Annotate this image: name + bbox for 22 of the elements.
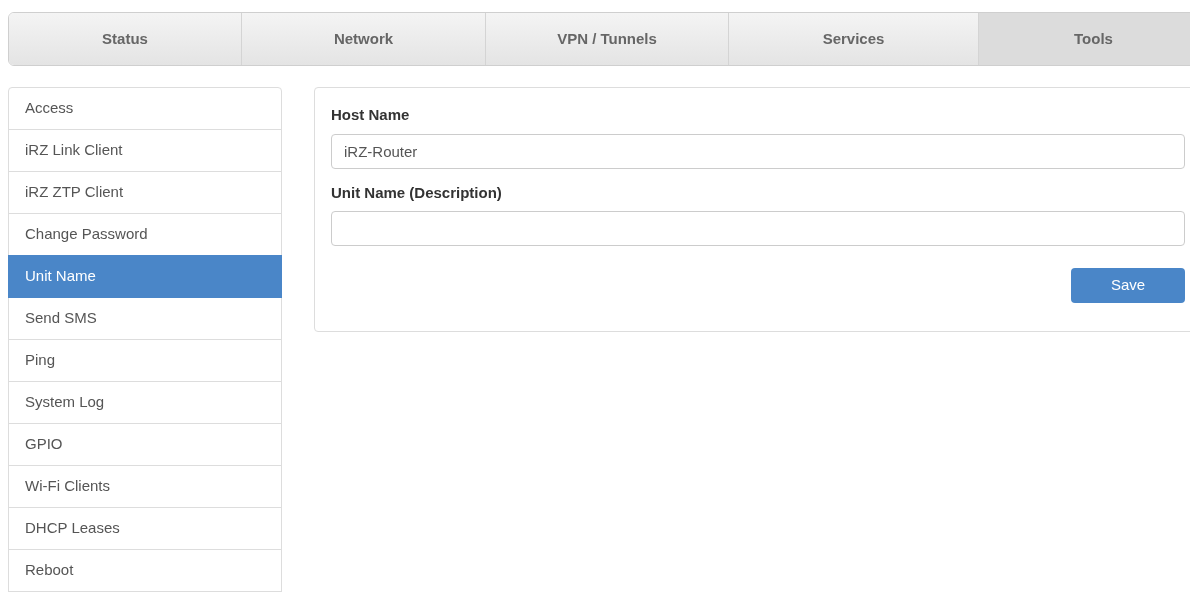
field-label: Host Name — [331, 105, 411, 125]
sidebar-item[interactable]: DHCP Leases — [8, 507, 282, 550]
text-field[interactable] — [331, 211, 1185, 246]
sidebar-item[interactable]: Ping — [8, 339, 282, 382]
nav-tab[interactable]: Tools — [978, 13, 1190, 65]
sidebar-item[interactable]: Send SMS — [8, 297, 282, 340]
sidebar-item[interactable]: GPIO — [8, 423, 282, 466]
sidebar-item[interactable]: iRZ Link Client — [8, 129, 282, 172]
field-label: Unit Name (Description) — [331, 182, 503, 203]
nav-tab[interactable]: VPN / Tunnels — [485, 13, 728, 65]
nav-tab[interactable]: Services — [728, 13, 978, 65]
nav-tab[interactable]: Network — [241, 13, 485, 65]
text-field[interactable]: iRZ-Router — [331, 133, 1185, 169]
sidebar-item[interactable]: Unit Name — [8, 255, 282, 298]
sidebar-item[interactable]: System Log — [8, 381, 282, 424]
sidebar-item[interactable]: Change Password — [8, 213, 282, 256]
save-button[interactable]: Save — [1071, 268, 1185, 303]
sidebar-item[interactable]: Wi-Fi Clients — [8, 465, 282, 508]
sidebar-item[interactable]: Reboot — [8, 549, 282, 592]
sidebar-item[interactable]: Access — [8, 87, 282, 130]
sidebar-item[interactable]: iRZ ZTP Client — [8, 171, 282, 214]
nav-tab[interactable]: Status — [9, 13, 241, 65]
